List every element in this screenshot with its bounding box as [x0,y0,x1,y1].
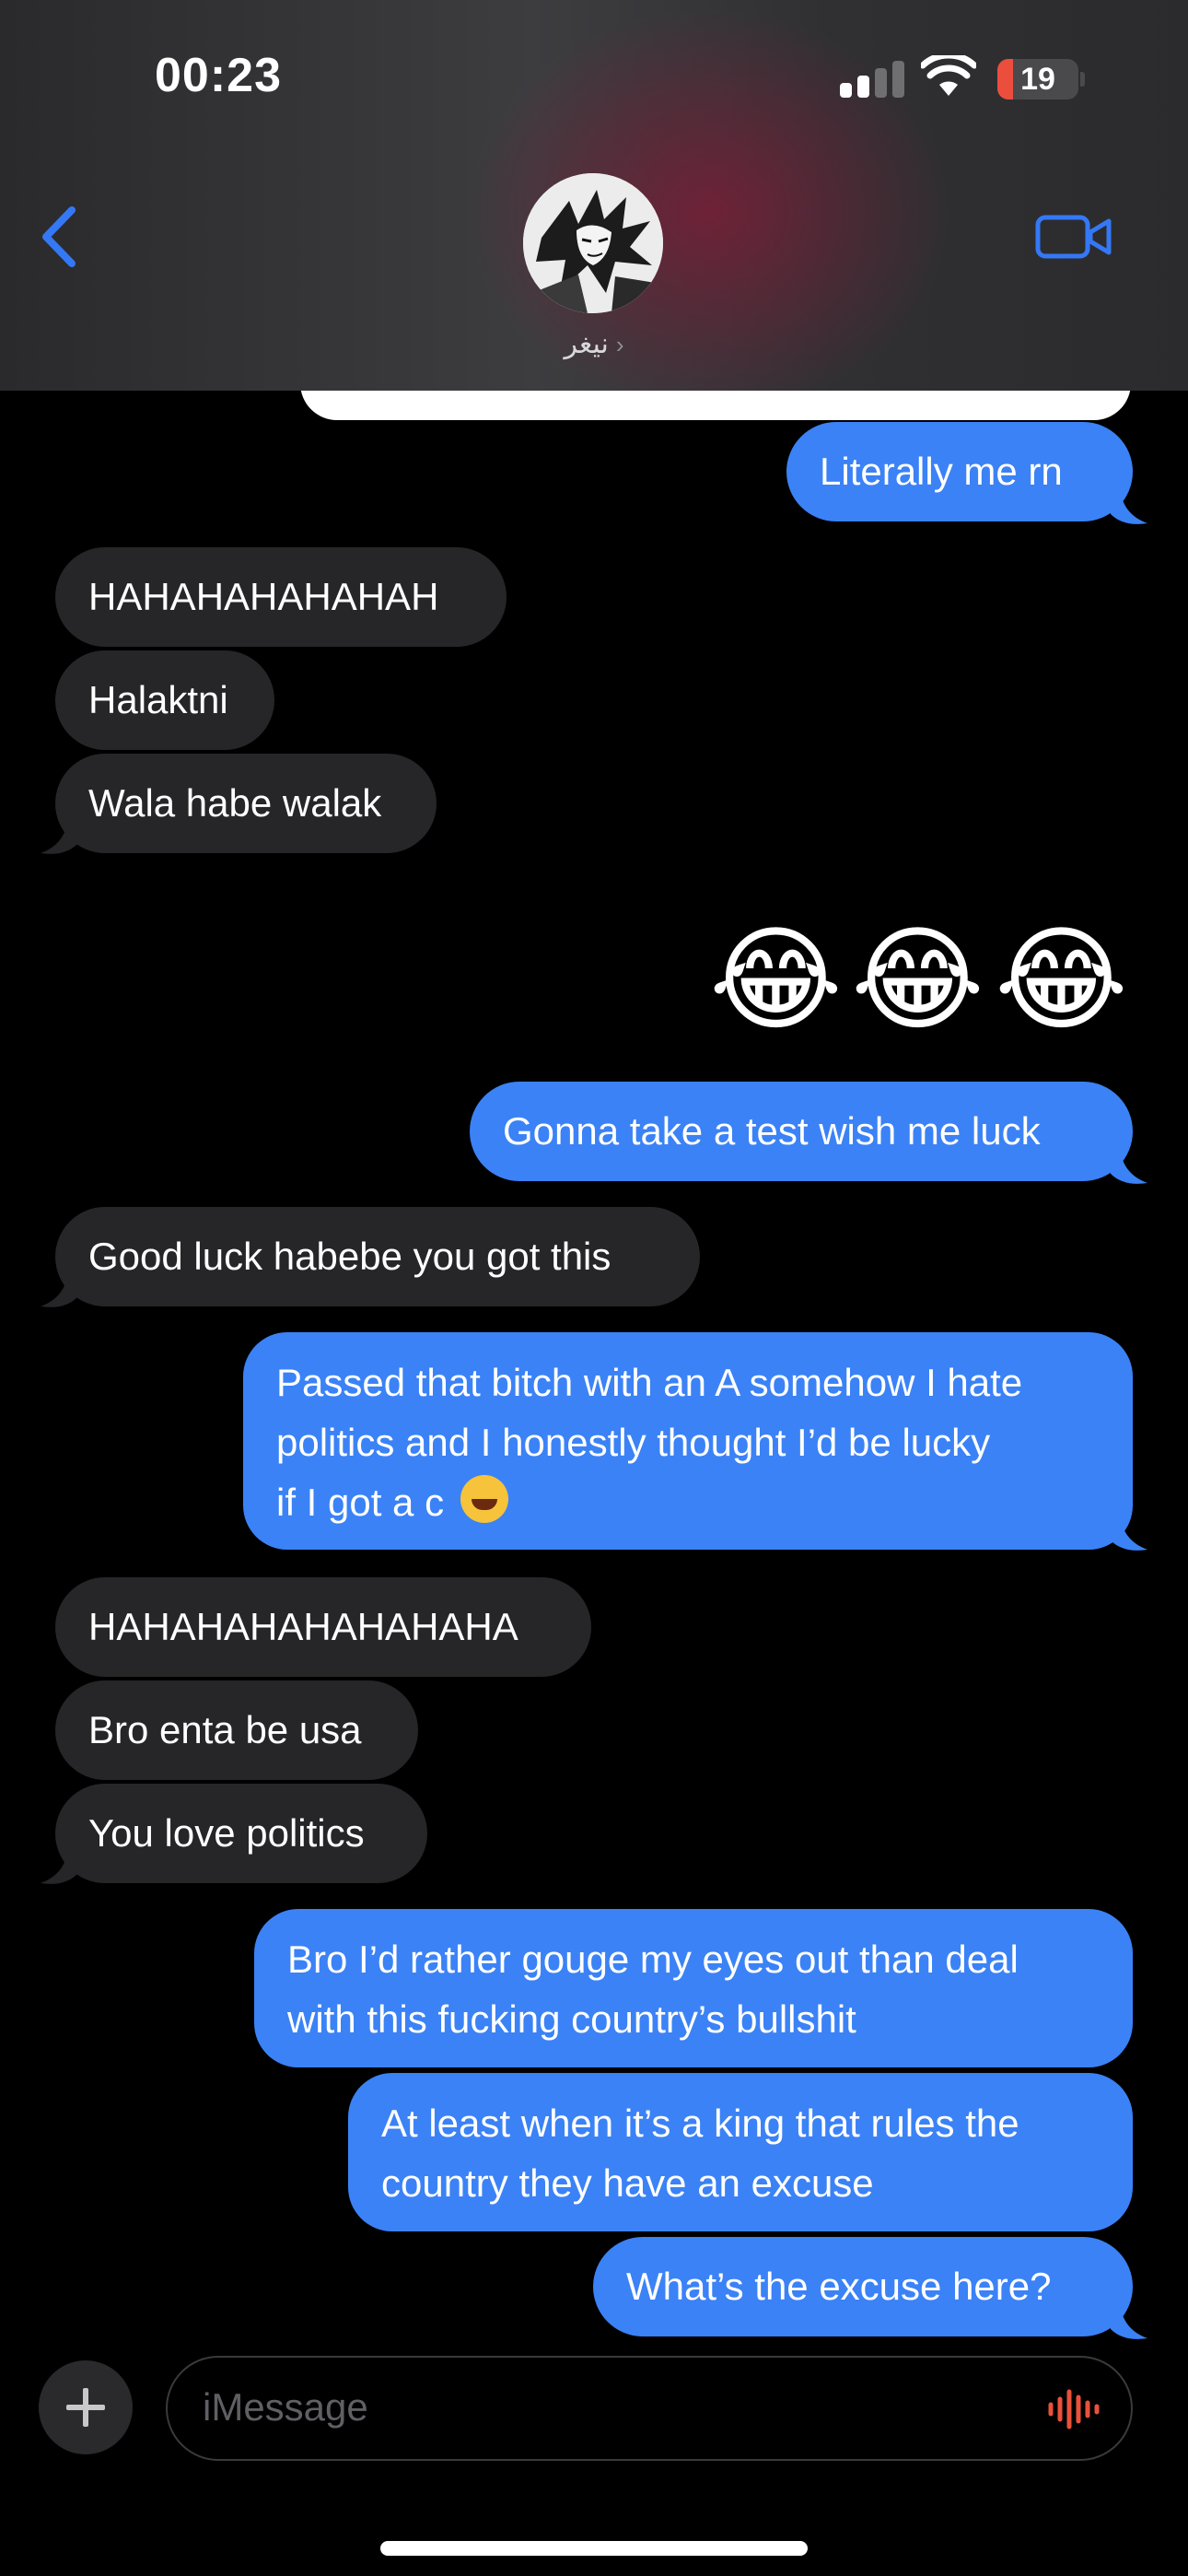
message-line: Passed that bitch with an A somehow I ha… [276,1361,1023,1404]
video-call-icon[interactable] [1035,208,1112,263]
message-bubble-outgoing[interactable]: At least when it’s a king that rules the… [348,2073,1133,2231]
emoji-laughing-tears: 😂 [851,914,984,1047]
imessage-placeholder: iMessage [203,2385,368,2429]
wifi-icon [921,55,976,96]
emoji-laughing-tears: 😂 [709,914,843,1047]
avatar-manga-illustration [523,173,663,313]
message-line: politics and I honestly thought I’d be l… [276,1421,991,1464]
plus-icon[interactable] [39,2360,133,2454]
message-line: At least when it’s a king that rules the [381,2102,1019,2145]
message-line: country they have an excuse [381,2161,874,2205]
home-indicator[interactable] [380,2541,808,2556]
bubble-tail-incoming [41,1270,77,1307]
back-chevron-icon[interactable] [37,205,83,269]
battery-icon: 19 [997,59,1078,100]
emoji-laughing-tears: 😂 [995,914,1128,1047]
bubble-tail-outgoing [1111,2301,1147,2339]
battery-tip [1080,72,1085,87]
message-bubble-outgoing[interactable]: What’s the excuse here? [593,2237,1133,2336]
message-line: if I got a c [276,1481,445,1524]
bubble-tail-incoming [41,816,77,854]
bubble-tail-outgoing [1111,1146,1147,1184]
contact-avatar[interactable] [523,173,663,313]
message-bubble-incoming[interactable]: You love politics [55,1784,427,1883]
message-bubble-outgoing[interactable]: Literally me rn [786,422,1133,521]
message-bubble-incoming[interactable]: Halaktni [55,650,274,750]
battery-percentage: 19 [1020,62,1055,97]
voice-waveform-icon[interactable] [1046,2388,1101,2430]
message-line: with this fucking country’s bullshit [287,1997,856,2041]
bubble-tail-incoming [41,1846,77,1884]
contact-name[interactable]: نيغر › [0,328,1188,360]
message-line: Bro I’d rather gouge my eyes out than de… [287,1938,1019,1981]
message-bubble-incoming[interactable]: HAHAHAHAHAHAH [55,547,507,647]
bubble-tail-outgoing [1111,486,1147,524]
status-time: 00:23 [155,49,282,102]
bubble-tail-outgoing [1111,1513,1147,1551]
contact-name-text: نيغر [564,329,609,359]
message-bubble-incoming[interactable]: Bro enta be usa [55,1680,418,1780]
message-bubble-outgoing[interactable]: Bro I’d rather gouge my eyes out than de… [254,1909,1133,2067]
message-bubble-incoming[interactable]: Wala habe walak [55,754,437,853]
message-bubble-outgoing[interactable]: Passed that bitch with an A somehow I ha… [243,1332,1133,1550]
chevron-right-icon: › [615,331,624,358]
conversation-header: 00:23 19 نيغر › [0,0,1188,391]
imessage-input[interactable]: iMessage [166,2356,1133,2461]
cellular-signal-icon [840,61,904,98]
message-bubble-incoming[interactable]: Good luck habebe you got this [55,1207,700,1306]
message-bubble-outgoing[interactable]: Gonna take a test wish me luck [470,1082,1133,1181]
message-bubble-incoming[interactable]: HAHAHAHAHAHAHAHA [55,1577,591,1677]
emoji-laughing-tears [460,1475,508,1523]
message-line-with-emoji: if I got a c [276,1472,1100,1532]
